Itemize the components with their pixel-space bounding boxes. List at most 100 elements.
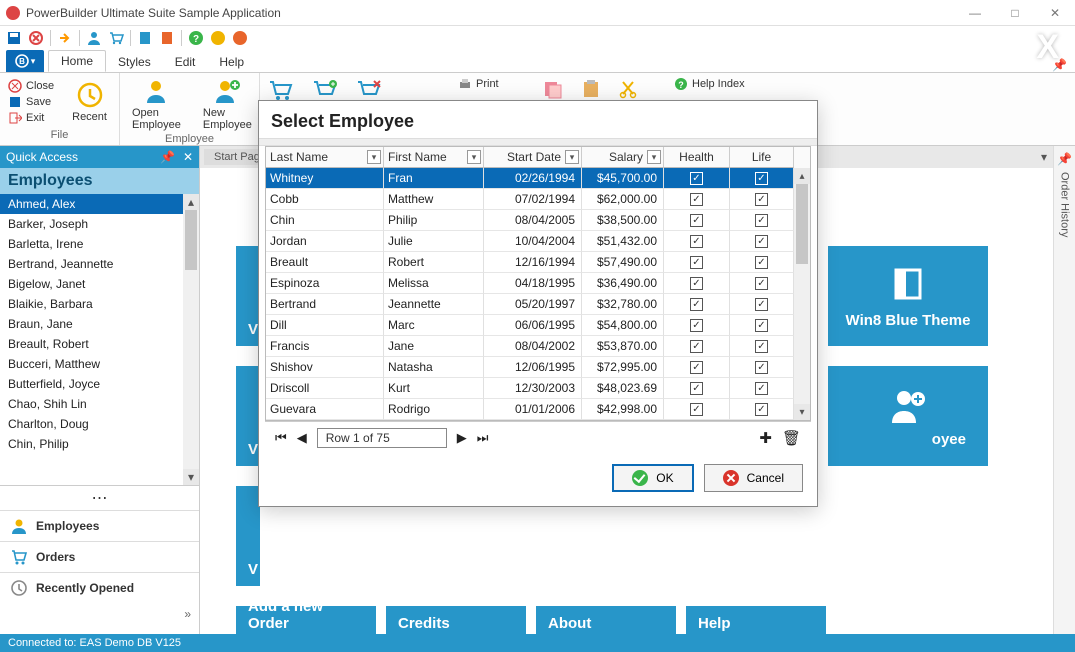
col-life[interactable]: Life (730, 147, 794, 168)
recent-button[interactable]: Recent (68, 75, 111, 129)
right-sidebar[interactable]: 📌 Order History (1053, 146, 1075, 634)
list-item[interactable]: Bigelow, Janet (0, 274, 183, 294)
checkbox[interactable]: ✓ (755, 298, 768, 311)
close-button[interactable]: Close (8, 79, 54, 93)
tabs-dropdown-icon[interactable]: ▾ (1041, 150, 1047, 164)
col-salary[interactable]: Salary▾ (582, 147, 664, 168)
table-row[interactable]: ShishovNatasha12/06/1995$72,995.00✓✓ (266, 357, 810, 378)
nav-last-icon[interactable]: ⏭ (477, 430, 489, 446)
checkbox[interactable]: ✓ (690, 403, 703, 416)
tile-partial-left-3[interactable]: V (236, 486, 260, 586)
checkbox[interactable]: ✓ (755, 256, 768, 269)
maximize-button[interactable]: □ (995, 0, 1035, 26)
checkbox[interactable]: ✓ (755, 382, 768, 395)
pin-right-icon[interactable]: 📌 (1057, 152, 1072, 166)
section-orders[interactable]: Orders (0, 541, 199, 572)
table-row[interactable]: BreaultRobert12/16/1994$57,490.00✓✓ (266, 252, 810, 273)
tile-employee-partial[interactable]: oyee (828, 366, 988, 466)
list-item[interactable]: Braun, Jane (0, 314, 183, 334)
cut-icon[interactable] (618, 79, 638, 99)
exit-button[interactable]: Exit (8, 111, 54, 125)
filter-dropdown-icon[interactable]: ▾ (647, 150, 661, 164)
scroll-up-icon[interactable]: ▴ (183, 194, 199, 210)
list-scrollbar[interactable]: ▴ ▾ (183, 194, 199, 485)
brand-tab[interactable]: B▾ (6, 50, 44, 72)
col-health[interactable]: Health (664, 147, 730, 168)
checkbox[interactable]: ✓ (755, 277, 768, 290)
row-indicator[interactable]: Row 1 of 75 (317, 428, 447, 448)
save-button[interactable]: Save (8, 95, 54, 109)
list-item[interactable]: Barker, Joseph (0, 214, 183, 234)
table-row[interactable]: DillMarc06/06/1995$54,800.00✓✓ (266, 315, 810, 336)
list-item[interactable]: Chin, Philip (0, 434, 183, 454)
table-row[interactable]: CobbMatthew07/02/1994$62,000.00✓✓ (266, 189, 810, 210)
panel-expand-icon[interactable]: » (0, 603, 199, 625)
tab-home[interactable]: Home (48, 50, 106, 72)
add-row-icon[interactable]: ✚ (759, 429, 772, 447)
tile-partial-left-2[interactable]: V (236, 366, 260, 466)
print-button[interactable]: Print (458, 77, 526, 91)
ok-button[interactable]: OK (612, 464, 693, 492)
checkbox[interactable]: ✓ (690, 340, 703, 353)
checkbox[interactable]: ✓ (690, 214, 703, 227)
cart-add-icon[interactable] (312, 79, 338, 101)
info-icon[interactable] (210, 30, 226, 46)
order-history-label[interactable]: Order History (1059, 172, 1071, 237)
filter-dropdown-icon[interactable]: ▾ (467, 150, 481, 164)
nav-first-icon[interactable]: ⏮ (275, 430, 287, 446)
copy-icon[interactable] (542, 79, 564, 99)
checkbox[interactable]: ✓ (690, 172, 703, 185)
checkbox[interactable]: ✓ (755, 361, 768, 374)
checkbox[interactable]: ✓ (690, 256, 703, 269)
delete-row-icon[interactable]: 🗑 (782, 429, 801, 447)
scroll-up-icon[interactable]: ▴ (794, 168, 810, 184)
employees-section-header[interactable]: Employees (0, 168, 199, 194)
table-row[interactable]: BertrandJeannette05/20/1997$32,780.00✓✓ (266, 294, 810, 315)
scroll-down-icon[interactable]: ▾ (183, 469, 199, 485)
list-item[interactable]: Bucceri, Matthew (0, 354, 183, 374)
tile-partial-left-1[interactable]: V (236, 246, 260, 346)
table-row[interactable]: EspinozaMelissa04/18/1995$36,490.00✓✓ (266, 273, 810, 294)
close-overlay-x-icon[interactable]: X (1036, 28, 1059, 67)
checkbox[interactable]: ✓ (690, 319, 703, 332)
paste-icon[interactable] (580, 79, 602, 99)
list-item[interactable]: Barletta, Irene (0, 234, 183, 254)
tab-help[interactable]: Help (207, 52, 256, 72)
undo-icon[interactable] (28, 30, 44, 46)
checkbox[interactable]: ✓ (755, 172, 768, 185)
office-blue-icon[interactable] (137, 30, 153, 46)
table-row[interactable]: WhitneyFran02/26/1994$45,700.00✓✓ (266, 168, 810, 189)
close-panel-icon[interactable]: ✕ (183, 150, 193, 164)
scroll-down-icon[interactable]: ▾ (794, 404, 810, 420)
section-employees[interactable]: Employees (0, 510, 199, 541)
cart-big-icon[interactable] (268, 79, 294, 101)
checkbox[interactable]: ✓ (755, 235, 768, 248)
checkbox[interactable]: ✓ (755, 319, 768, 332)
checkbox[interactable]: ✓ (755, 193, 768, 206)
list-item[interactable]: Bertrand, Jeannette (0, 254, 183, 274)
checkbox[interactable]: ✓ (690, 235, 703, 248)
checkbox[interactable]: ✓ (690, 361, 703, 374)
user-icon[interactable] (232, 30, 248, 46)
minimize-button[interactable]: ― (955, 0, 995, 26)
tab-edit[interactable]: Edit (163, 52, 208, 72)
grid-scrollbar[interactable]: ▴ ▾ (794, 168, 810, 420)
employees-list[interactable]: Ahmed, AlexBarker, JosephBarletta, Irene… (0, 194, 183, 485)
checkbox[interactable]: ✓ (690, 277, 703, 290)
cancel-button[interactable]: Cancel (704, 464, 803, 492)
close-window-button[interactable]: ✕ (1035, 0, 1075, 26)
list-item[interactable]: Chao, Shih Lin (0, 394, 183, 414)
col-first-name[interactable]: First Name▾ (384, 147, 484, 168)
save-icon[interactable] (6, 30, 22, 46)
table-row[interactable]: ChinPhilip08/04/2005$38,500.00✓✓ (266, 210, 810, 231)
list-item[interactable]: Blaikie, Barbara (0, 294, 183, 314)
checkbox[interactable]: ✓ (690, 193, 703, 206)
cart-icon[interactable] (108, 30, 124, 46)
checkbox[interactable]: ✓ (755, 340, 768, 353)
checkbox[interactable]: ✓ (755, 214, 768, 227)
list-item[interactable]: Ahmed, Alex (0, 194, 183, 214)
nav-prev-icon[interactable]: ◀ (297, 430, 307, 446)
list-item[interactable]: Breault, Robert (0, 334, 183, 354)
table-row[interactable]: FrancisJane08/04/2002$53,870.00✓✓ (266, 336, 810, 357)
cart-remove-icon[interactable] (356, 79, 382, 101)
